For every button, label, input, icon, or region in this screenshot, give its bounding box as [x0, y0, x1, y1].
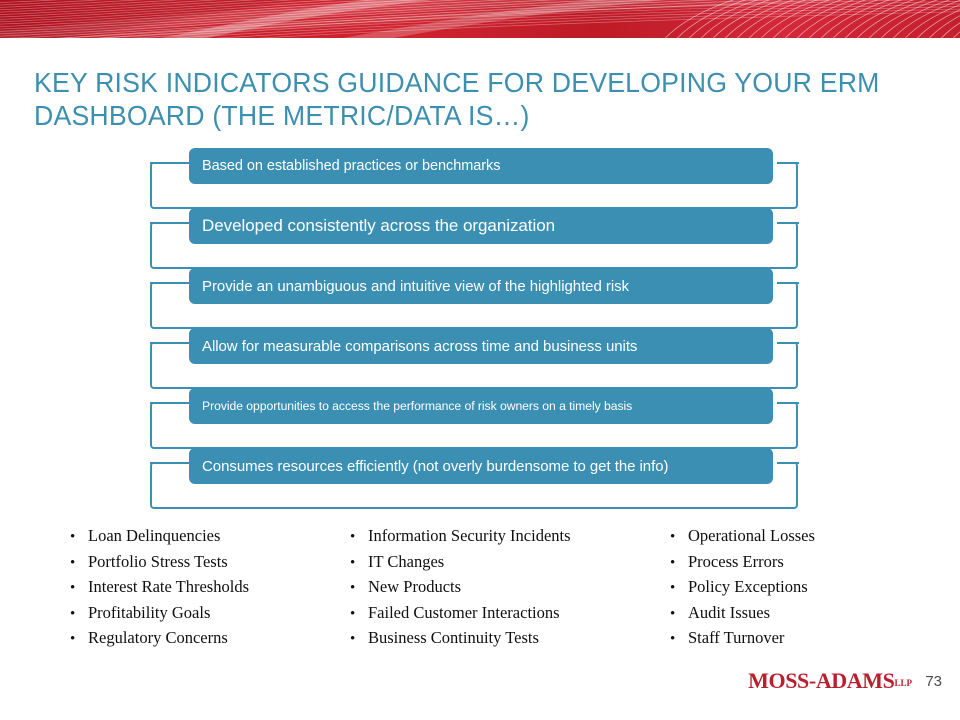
list-item: • Loan Delinquencies: [70, 524, 350, 550]
bullet-icon: •: [670, 529, 676, 545]
list-item-label: Failed Customer Interactions: [368, 602, 560, 622]
process-list: Based on established practices or benchm…: [0, 148, 960, 509]
list-item: • Operational Losses: [670, 524, 930, 550]
page-number: 73: [925, 673, 942, 690]
list-item-label: Audit Issues: [688, 602, 771, 622]
kri-examples: • Loan Delinquencies • Portfolio Stress …: [0, 524, 960, 652]
header-banner: [0, 0, 960, 38]
list-item-label: Information Security Incidents: [368, 526, 571, 545]
process-item-label-4[interactable]: Allow for measurable comparisons across …: [189, 328, 773, 364]
list-item-label: Interest Rate Thresholds: [88, 577, 249, 596]
list-item-label: Policy Exceptions: [688, 577, 808, 596]
bullet-icon: •: [350, 631, 356, 647]
process-item-label-1[interactable]: Based on established practices or benchm…: [189, 148, 773, 184]
banner-decoration-graphic: [0, 0, 960, 38]
bullet-icon: •: [670, 605, 676, 622]
list-item: • Regulatory Concerns: [70, 626, 350, 652]
bullet-icon: •: [70, 580, 76, 596]
process-item-label-2[interactable]: Developed consistently across the organi…: [189, 208, 773, 244]
logo-wordmark: MOSS-ADAMS: [748, 668, 895, 693]
bullet-icon: •: [350, 580, 356, 596]
process-row[interactable]: Based on established practices or benchm…: [0, 148, 960, 212]
list-item-label: Regulatory Concerns: [88, 628, 228, 647]
list-item: • Policy Exceptions: [670, 575, 930, 601]
list-item-label: Operational Losses: [688, 526, 815, 545]
page-title: KEY RISK INDICATORS GUIDANCE FOR DEVELOP…: [34, 67, 880, 132]
list-item: • Information Security Incidents: [350, 524, 670, 550]
process-item-label-3[interactable]: Provide an unambiguous and intuitive vie…: [189, 268, 773, 304]
examples-column-1: • Loan Delinquencies • Portfolio Stress …: [70, 524, 350, 652]
examples-column-3: • Operational Losses • Process Errors • …: [670, 524, 930, 652]
bullet-icon: •: [70, 554, 76, 571]
examples-column-2: • Information Security Incidents • IT Ch…: [350, 524, 670, 652]
list-item: • IT Changes: [350, 550, 670, 576]
list-item: • Failed Customer Interactions: [350, 601, 670, 627]
bullet-icon: •: [670, 631, 676, 647]
list-item: • Profitability Goals: [70, 601, 350, 627]
bullet-icon: •: [70, 605, 76, 622]
process-row[interactable]: Provide opportunities to access the perf…: [0, 388, 960, 452]
process-row[interactable]: Provide an unambiguous and intuitive vie…: [0, 268, 960, 332]
list-item-label: Loan Delinquencies: [88, 526, 221, 545]
process-row[interactable]: Developed consistently across the organi…: [0, 208, 960, 272]
bullet-icon: •: [670, 580, 676, 596]
process-item-label-6[interactable]: Consumes resources efficiently (not over…: [189, 448, 773, 484]
process-row[interactable]: Consumes resources efficiently (not over…: [0, 448, 960, 512]
list-item: • Process Errors: [670, 550, 930, 576]
slide-footer: MOSS-ADAMSLLP 73: [0, 668, 960, 708]
process-item-label-5[interactable]: Provide opportunities to access the perf…: [189, 388, 773, 424]
bullet-icon: •: [350, 529, 356, 545]
list-item: • New Products: [350, 575, 670, 601]
bullet-icon: •: [70, 631, 76, 647]
moss-adams-logo: MOSS-ADAMSLLP: [748, 668, 912, 694]
bullet-icon: •: [350, 605, 356, 622]
list-item: • Business Continuity Tests: [350, 626, 670, 652]
list-item-label: IT Changes: [368, 551, 445, 571]
process-row[interactable]: Allow for measurable comparisons across …: [0, 328, 960, 392]
list-item: • Interest Rate Thresholds: [70, 575, 350, 601]
list-item-label: Process Errors: [688, 551, 784, 571]
list-item-label: Staff Turnover: [688, 628, 785, 647]
bullet-icon: •: [350, 554, 356, 571]
list-item-label: Business Continuity Tests: [368, 628, 539, 647]
bullet-icon: •: [670, 554, 676, 571]
list-item: • Portfolio Stress Tests: [70, 550, 350, 576]
list-item-label: Profitability Goals: [88, 602, 211, 622]
list-item: • Audit Issues: [670, 601, 930, 627]
list-item-label: Portfolio Stress Tests: [88, 551, 228, 571]
bullet-icon: •: [70, 529, 76, 545]
list-item: • Staff Turnover: [670, 626, 930, 652]
logo-suffix: LLP: [894, 678, 912, 688]
list-item-label: New Products: [368, 577, 462, 596]
